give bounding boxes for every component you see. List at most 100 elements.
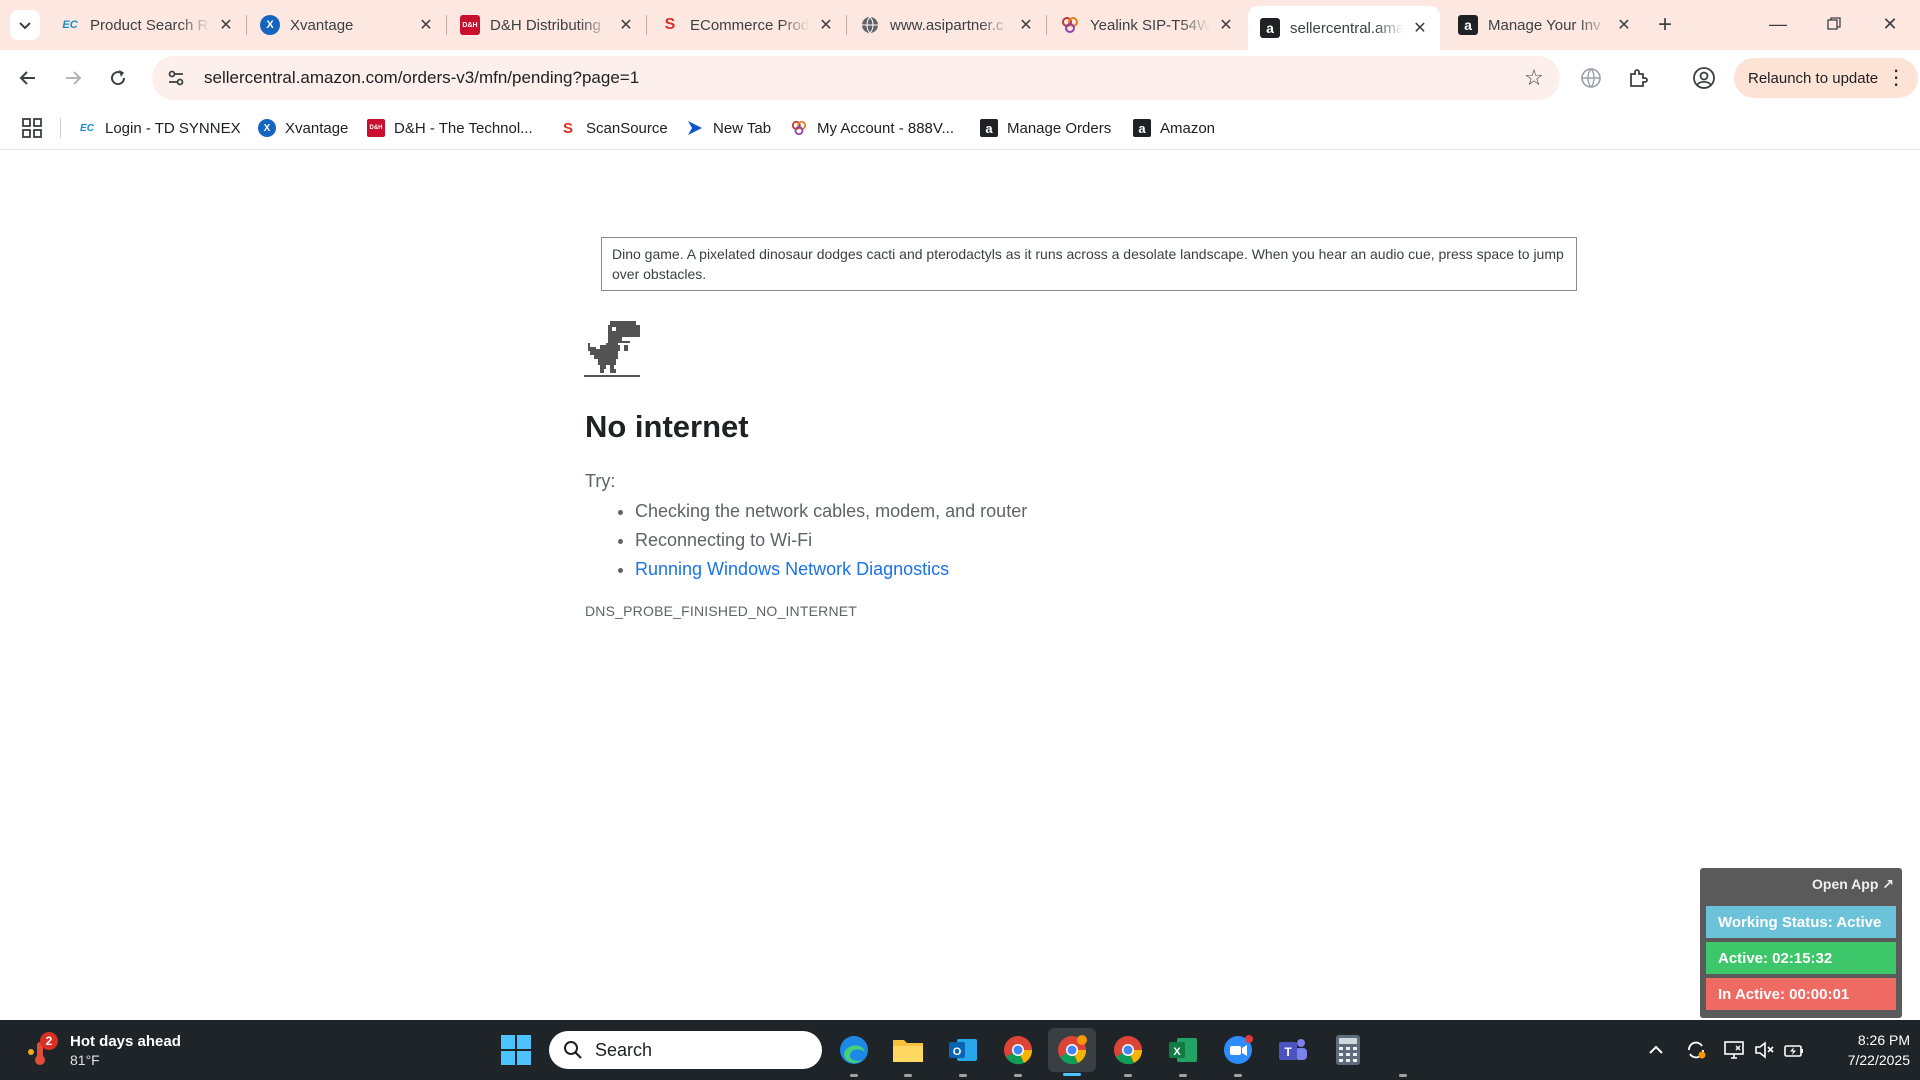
apps-grid-icon[interactable]	[20, 116, 44, 140]
bookmark-manage-orders[interactable]: a Manage Orders	[980, 114, 1111, 142]
edge-app[interactable]	[836, 1032, 872, 1077]
page-content: Dino game. A pixelated dinosaur dodges c…	[0, 151, 1920, 1020]
address-bar[interactable]: sellercentral.amazon.com/orders-v3/mfn/p…	[152, 56, 1560, 100]
suggestion-item: Checking the network cables, modem, and …	[635, 497, 1027, 526]
bookmark-xvantage[interactable]: X Xvantage	[258, 114, 348, 142]
browser-tab[interactable]: a Manage Your Inv ✕	[1446, 6, 1644, 44]
windows-taskbar: 2 Hot days ahead 81°F Search O X T 8:26 …	[0, 1020, 1920, 1080]
outlook-app[interactable]: O	[945, 1032, 981, 1077]
chevron-down-icon	[19, 22, 31, 30]
bookmark-star-button[interactable]: ☆	[1514, 58, 1554, 98]
reload-button[interactable]	[100, 60, 136, 96]
close-icon[interactable]: ✕	[816, 15, 836, 35]
running-indicator	[1014, 1074, 1022, 1077]
forward-button[interactable]	[55, 60, 91, 96]
network-diagnostics-link[interactable]: Running Windows Network Diagnostics	[635, 559, 949, 579]
running-indicator	[1124, 1074, 1132, 1077]
active-timer: Active: 02:15:32	[1706, 942, 1896, 974]
hidden-app-slot[interactable]	[1385, 1032, 1421, 1077]
translate-button[interactable]	[1575, 62, 1607, 94]
calculator-app[interactable]	[1330, 1032, 1366, 1068]
svg-text:X: X	[1173, 1046, 1181, 1058]
back-button[interactable]	[10, 60, 46, 96]
close-icon[interactable]: ✕	[1614, 15, 1634, 35]
bookmark-my-account[interactable]: My Account - 888V...	[790, 114, 954, 142]
browser-tab[interactable]: D&H D&H Distributing ✕	[448, 6, 646, 44]
clock-time: 8:26 PM	[1857, 1032, 1910, 1048]
tab-title: Manage Your Inv	[1488, 16, 1601, 34]
bookmark-scansource[interactable]: S ScanSource	[559, 114, 668, 142]
tab-separator	[446, 15, 447, 35]
try-label: Try:	[585, 471, 616, 491]
active-indicator	[1063, 1073, 1081, 1076]
open-app-button[interactable]: Open App ↗	[1812, 876, 1894, 893]
minimize-button[interactable]: —	[1750, 0, 1806, 48]
new-tab-button[interactable]: +	[1650, 10, 1680, 40]
bookmark-favicon-icon: X	[258, 119, 276, 137]
extensions-button[interactable]	[1622, 62, 1654, 94]
bookmark-td-synnex[interactable]: EC Login - TD SYNNEX	[78, 114, 241, 142]
search-label: Search	[595, 1039, 653, 1060]
svg-text:T: T	[1284, 1045, 1292, 1059]
close-icon: ✕	[1882, 13, 1898, 34]
tab-favicon-icon: EC	[62, 19, 78, 31]
close-icon[interactable]: ✕	[1216, 15, 1236, 35]
chrome-app-active[interactable]	[1048, 1028, 1096, 1076]
chrome-app-profile-b[interactable]	[1110, 1032, 1146, 1077]
volume-tray-button[interactable]	[1752, 1038, 1776, 1062]
chrome-app-profile-a[interactable]	[1000, 1032, 1036, 1077]
windows-start-icon[interactable]	[500, 1034, 532, 1066]
tab-title: Product Search R	[90, 16, 209, 34]
weather-widget[interactable]: 2 Hot days ahead 81°F	[24, 1028, 181, 1072]
zoom-icon	[1224, 1035, 1253, 1064]
close-icon[interactable]: ✕	[416, 15, 436, 35]
close-icon[interactable]: ✕	[616, 15, 636, 35]
bookmark-amazon[interactable]: a Amazon	[1133, 114, 1215, 142]
bookmark-label: New Tab	[713, 119, 772, 137]
tab-separator	[246, 15, 247, 35]
network-tray-button[interactable]	[1722, 1038, 1746, 1062]
close-window-button[interactable]: ✕	[1862, 0, 1918, 48]
browser-tab[interactable]: www.asipartner.c ✕	[848, 6, 1046, 44]
tab-separator	[846, 15, 847, 35]
profile-button[interactable]	[1688, 62, 1720, 94]
file-explorer-app[interactable]	[890, 1032, 926, 1077]
chrome-icon	[1058, 1035, 1087, 1065]
browser-tab[interactable]: S ECommerce Prod ✕	[648, 6, 846, 44]
browser-tab[interactable]: Yealink SIP-T54W ✕	[1048, 6, 1246, 44]
calculator-icon	[1336, 1035, 1360, 1065]
edge-icon	[840, 1036, 868, 1064]
taskbar-search[interactable]: Search	[549, 1031, 822, 1069]
system-clock[interactable]: 8:26 PM 7/22/2025	[1820, 1030, 1910, 1070]
bookmark-new-tab[interactable]: New Tab	[686, 114, 771, 142]
running-indicator	[850, 1074, 858, 1077]
teams-app[interactable]: T	[1275, 1032, 1311, 1068]
tray-overflow-button[interactable]	[1644, 1038, 1668, 1062]
plus-icon: +	[1657, 11, 1672, 38]
browser-toolbar: sellercentral.amazon.com/orders-v3/mfn/p…	[0, 50, 1920, 106]
amazon-icon: a	[1260, 18, 1280, 38]
close-icon[interactable]: ✕	[1410, 18, 1430, 38]
dinosaur-icon[interactable]	[584, 321, 640, 377]
yealink-icon	[1060, 15, 1080, 35]
browser-tab[interactable]: EC Product Search R ✕	[48, 6, 246, 44]
tab-search-button[interactable]	[10, 10, 40, 40]
relaunch-button[interactable]: Relaunch to update ⋮	[1734, 58, 1919, 98]
running-indicator	[1399, 1074, 1407, 1077]
battery-tray-button[interactable]	[1782, 1038, 1806, 1062]
restore-button[interactable]	[1806, 0, 1862, 48]
close-icon[interactable]: ✕	[216, 15, 236, 35]
bookmark-label: Manage Orders	[1007, 119, 1112, 137]
zoom-app[interactable]	[1220, 1032, 1256, 1077]
bookmark-dh[interactable]: D&H D&H - The Technol...	[367, 114, 533, 142]
excel-app[interactable]: X	[1165, 1032, 1201, 1077]
browser-tab-active[interactable]: a sellercentral.ama ✕	[1248, 6, 1440, 50]
sync-tray-button[interactable]	[1684, 1038, 1708, 1062]
url-text[interactable]: sellercentral.amazon.com/orders-v3/mfn/p…	[204, 68, 1514, 88]
tab-favicon-icon: S	[664, 16, 676, 33]
site-info-button[interactable]	[156, 58, 196, 98]
folder-icon	[893, 1040, 923, 1062]
tab-title: ECommerce Prod	[690, 16, 810, 34]
browser-tab[interactable]: X Xvantage ✕	[248, 6, 446, 44]
close-icon[interactable]: ✕	[1016, 15, 1036, 35]
